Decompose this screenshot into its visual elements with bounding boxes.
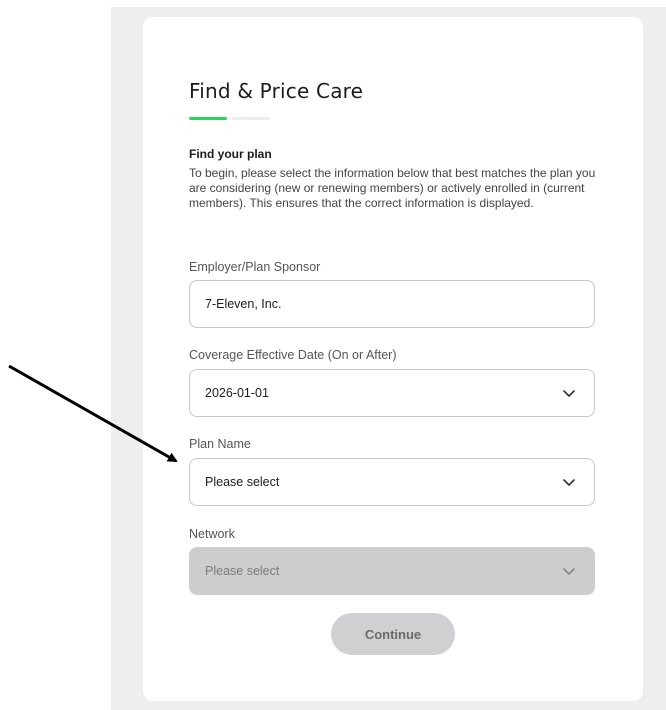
employer-input[interactable]: 7-Eleven, Inc. xyxy=(189,280,595,328)
progress-step-active xyxy=(189,117,227,120)
network-select[interactable]: Please select xyxy=(189,547,595,595)
coverage-date-select[interactable]: 2026-01-01 xyxy=(189,369,595,417)
continue-button[interactable]: Continue xyxy=(331,613,455,655)
card-title: Find & Price Care xyxy=(189,79,364,103)
chevron-down-icon xyxy=(563,390,575,397)
chevron-down-icon xyxy=(563,568,575,575)
find-plan-card: Find & Price Care Find your plan To begi… xyxy=(143,17,643,701)
coverage-date-value: 2026-01-01 xyxy=(205,386,269,400)
coverage-date-label: Coverage Effective Date (On or After) xyxy=(189,348,397,362)
chevron-down-icon xyxy=(563,479,575,486)
progress-step-inactive xyxy=(232,117,270,120)
plan-name-select[interactable]: Please select xyxy=(189,458,595,506)
plan-name-value: Please select xyxy=(205,475,280,489)
section-heading: Find your plan xyxy=(189,147,272,161)
section-description: To begin, please select the information … xyxy=(189,166,596,210)
step-progress-indicator xyxy=(189,117,270,120)
network-value: Please select xyxy=(205,564,280,578)
employer-label: Employer/Plan Sponsor xyxy=(189,260,321,274)
employer-value: 7-Eleven, Inc. xyxy=(205,297,282,311)
network-label: Network xyxy=(189,527,235,541)
screenshot-stage: Find & Price Care Find your plan To begi… xyxy=(0,0,666,710)
plan-name-label: Plan Name xyxy=(189,437,251,451)
